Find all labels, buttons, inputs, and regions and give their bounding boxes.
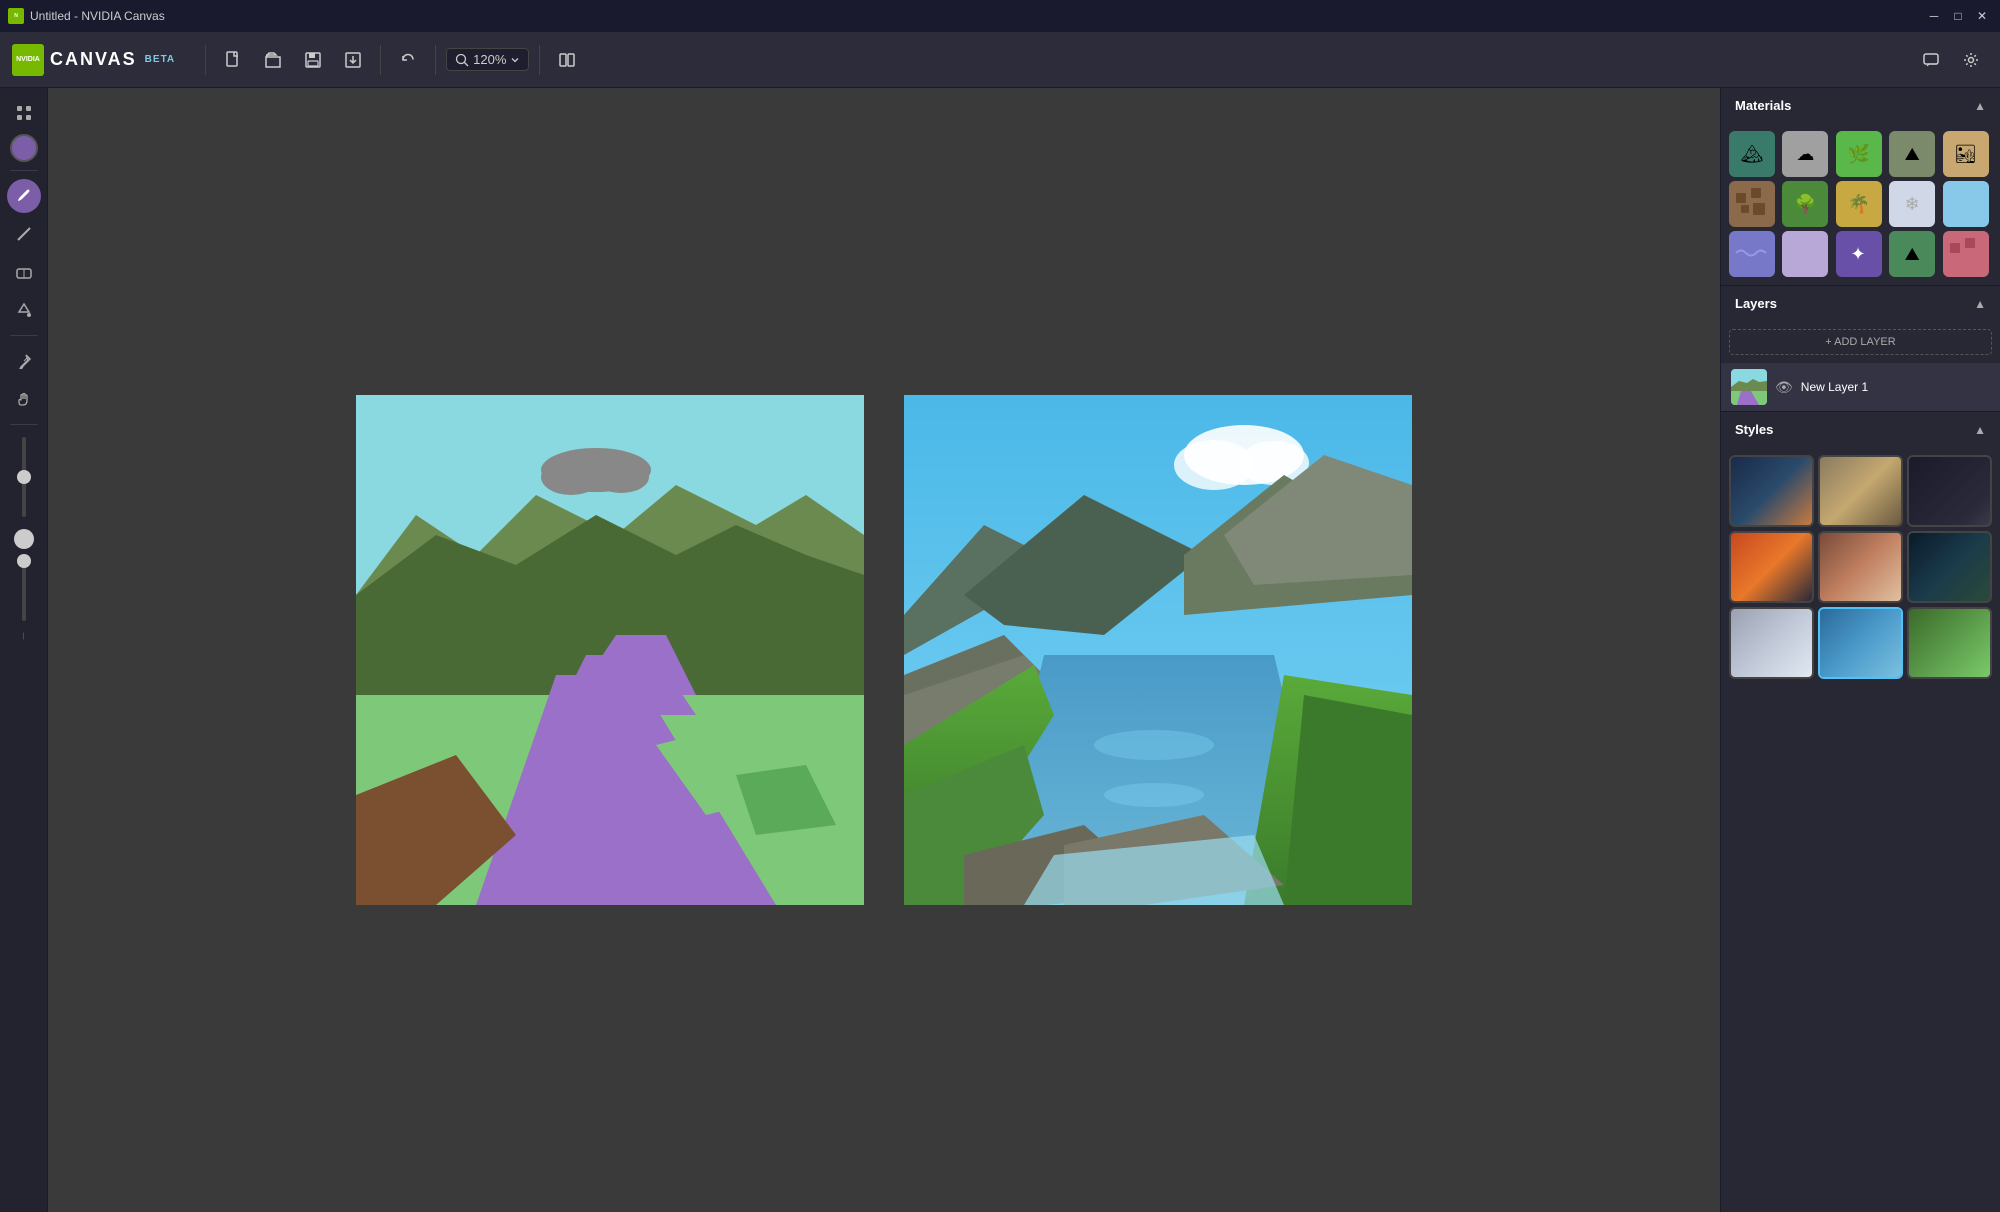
material-water-mountain[interactable]: 🏔	[1729, 131, 1775, 177]
minimize-button[interactable]: ─	[1924, 6, 1944, 26]
active-color[interactable]	[10, 134, 38, 162]
material-snow[interactable]: ❄	[1889, 181, 1935, 227]
layers-section: Layers ▲ + ADD LAYER 👁 New Layer 1	[1721, 286, 2000, 412]
styles-section: Styles ▲	[1721, 412, 2000, 687]
segmentation-canvas-panel[interactable]	[356, 395, 864, 905]
material-purple-sparkle[interactable]: ✦	[1836, 231, 1882, 277]
nvidia-icon: N	[8, 8, 24, 24]
layer-visibility-toggle[interactable]: 👁	[1775, 379, 1793, 396]
save-button[interactable]	[296, 43, 330, 77]
style-dark-cave[interactable]	[1907, 455, 1992, 527]
styles-header[interactable]: Styles ▲	[1721, 412, 2000, 447]
opacity-slider[interactable]	[22, 557, 26, 625]
style-misty[interactable]	[1729, 607, 1814, 679]
styles-title: Styles	[1735, 422, 1773, 437]
svg-text:✦: ✦	[1850, 244, 1865, 264]
material-grass-bright[interactable]: 🌿	[1836, 131, 1882, 177]
tool-separator-2	[10, 335, 38, 336]
add-layer-button[interactable]: + ADD LAYER	[1729, 329, 1992, 355]
eraser-tool[interactable]	[7, 255, 41, 289]
layers-header[interactable]: Layers ▲	[1721, 286, 2000, 321]
open-button[interactable]	[256, 43, 290, 77]
style-mountain-sunset[interactable]	[1729, 455, 1814, 527]
materials-header[interactable]: Materials ▲	[1721, 88, 2000, 123]
maximize-button[interactable]: □	[1948, 6, 1968, 26]
style-tropical-lake[interactable]	[1818, 607, 1903, 679]
brush-tool[interactable]	[7, 179, 41, 213]
opacity-indicator	[14, 529, 34, 549]
style-ocean[interactable]	[1907, 531, 1992, 603]
toolbar-separator-4	[539, 45, 540, 75]
material-water-purple[interactable]	[1729, 231, 1775, 277]
style-green-valley[interactable]	[1907, 607, 1992, 679]
materials-section: Materials ▲ 🏔 ☁ 🌿 ⛰ 🏜	[1721, 88, 2000, 286]
material-lavender[interactable]	[1782, 231, 1828, 277]
brush-size-slider[interactable]	[22, 433, 26, 521]
app-title: CANVAS	[50, 49, 137, 70]
tool-separator-1	[10, 170, 38, 171]
material-dirt[interactable]	[1729, 181, 1775, 227]
title-bar: N Untitled - NVIDIA Canvas ─ □ ✕	[0, 0, 2000, 32]
layers-title: Layers	[1735, 296, 1777, 311]
style-volcanic[interactable]	[1729, 531, 1814, 603]
styles-chevron: ▲	[1974, 423, 1986, 437]
materials-chevron: ▲	[1974, 99, 1986, 113]
layer-name: New Layer 1	[1801, 380, 1990, 394]
layer-thumbnail	[1731, 369, 1767, 405]
undo-button[interactable]	[391, 43, 425, 77]
left-toolbar: |	[0, 88, 48, 1212]
toolbar-separator-1	[205, 45, 206, 75]
window-controls: ─ □ ✕	[1924, 6, 1992, 26]
style-desert-mist[interactable]	[1818, 455, 1903, 527]
compare-button[interactable]	[550, 43, 584, 77]
fill-tool[interactable]	[7, 293, 41, 327]
window-title: Untitled - NVIDIA Canvas	[30, 9, 1924, 23]
material-sand[interactable]: 🏜	[1943, 131, 1989, 177]
rendered-canvas[interactable]	[904, 395, 1412, 905]
layers-chevron: ▲	[1974, 297, 1986, 311]
material-rock[interactable]: ⛰	[1889, 131, 1935, 177]
segmentation-canvas[interactable]	[356, 395, 864, 905]
line-tool[interactable]	[7, 217, 41, 251]
styles-grid	[1721, 447, 2000, 687]
chat-button[interactable]	[1914, 43, 1948, 77]
material-green-mountain[interactable]: ⛰	[1889, 231, 1935, 277]
rendered-canvas-panel[interactable]	[904, 395, 1412, 905]
close-button[interactable]: ✕	[1972, 6, 1992, 26]
toolbar-separator-3	[435, 45, 436, 75]
export-button[interactable]	[336, 43, 370, 77]
nvidia-logo: NVIDIA	[12, 44, 44, 76]
canvas-area	[48, 88, 1720, 1212]
material-pink[interactable]	[1943, 231, 1989, 277]
materials-grid: 🏔 ☁ 🌿 ⛰ 🏜 🌳 🌴	[1721, 123, 2000, 285]
material-tree[interactable]: 🌳	[1782, 181, 1828, 227]
style-canyon[interactable]	[1818, 531, 1903, 603]
zoom-control[interactable]: 120%	[446, 48, 529, 71]
app-beta: BETA	[145, 54, 175, 65]
zoom-value: 120%	[473, 52, 506, 67]
material-light-blue[interactable]	[1943, 181, 1989, 227]
tool-separator-3	[10, 424, 38, 425]
materials-title: Materials	[1735, 98, 1791, 113]
material-cloud[interactable]: ☁	[1782, 131, 1828, 177]
right-sidebar: Materials ▲ 🏔 ☁ 🌿 ⛰ 🏜	[1720, 88, 2000, 1212]
material-tropical[interactable]: 🌴	[1836, 181, 1882, 227]
grid-tool[interactable]	[7, 96, 41, 130]
settings-button[interactable]	[1954, 43, 1988, 77]
toolbar-separator-2	[380, 45, 381, 75]
hand-tool[interactable]	[7, 382, 41, 416]
layer-item[interactable]: 👁 New Layer 1	[1721, 363, 2000, 411]
slider-markers: |	[23, 633, 25, 640]
new-button[interactable]	[216, 43, 250, 77]
main-toolbar: NVIDIA CANVAS BETA 120%	[0, 32, 2000, 88]
eyedropper-tool[interactable]	[7, 344, 41, 378]
